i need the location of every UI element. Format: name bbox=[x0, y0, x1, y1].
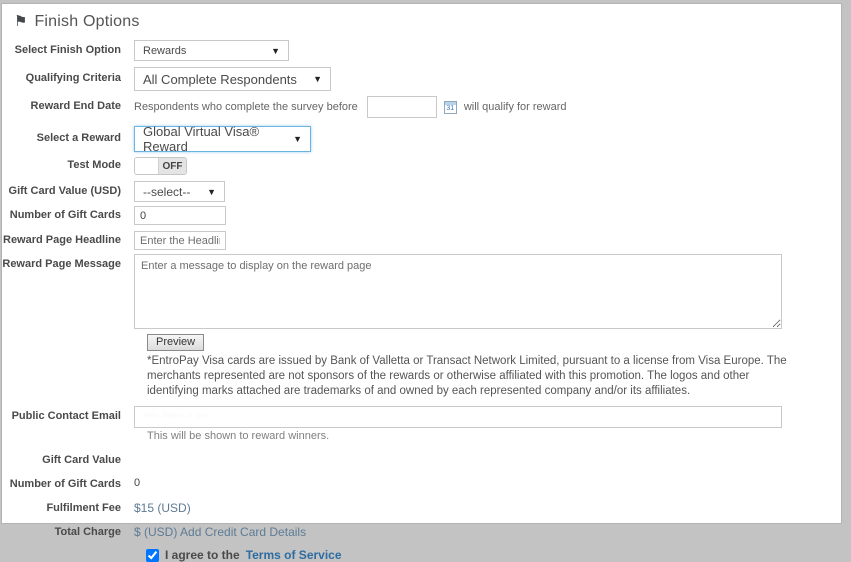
chevron-down-icon: ▼ bbox=[207, 187, 216, 197]
reward-page-headline-label: Reward Page Headline bbox=[2, 234, 134, 247]
finish-options-panel: ⚑ Finish Options Select Finish Option Re… bbox=[1, 3, 842, 524]
gift-card-value-dropdown[interactable]: --select-- ▼ bbox=[134, 181, 225, 202]
charge-summary: Gift Card Value Number of Gift Cards 0 F… bbox=[2, 452, 841, 540]
terms-of-service-link[interactable]: Terms of Service bbox=[246, 548, 342, 562]
reward-disclaimer-text: *EntroPay Visa cards are issued by Bank … bbox=[147, 354, 793, 400]
select-a-reward-dropdown[interactable]: Global Virtual Visa® Reward ▼ bbox=[134, 126, 311, 152]
row-test-mode: Test Mode OFF bbox=[2, 157, 841, 175]
calendar-icon[interactable]: 31 bbox=[444, 101, 457, 114]
select-finish-option-label: Select Finish Option bbox=[2, 44, 134, 57]
preview-button[interactable]: Preview bbox=[147, 334, 204, 351]
qualifying-criteria-dropdown[interactable]: All Complete Respondents ▼ bbox=[134, 67, 331, 91]
select-finish-option-dropdown[interactable]: Rewards ▼ bbox=[134, 40, 289, 61]
reward-page-headline-input[interactable] bbox=[134, 231, 226, 250]
chevron-down-icon: ▼ bbox=[313, 74, 322, 84]
summary-fulfilment-fee: Fulfilment Fee $15 (USD) bbox=[2, 500, 841, 515]
summary-gift-card-value: Gift Card Value bbox=[2, 452, 841, 467]
agree-checkbox[interactable] bbox=[146, 549, 159, 562]
row-public-contact-email: Public Contact Email ··· ···· · ·· bbox=[2, 406, 841, 428]
gift-card-value-value: --select-- bbox=[143, 185, 190, 199]
row-qualifying-criteria: Qualifying Criteria All Complete Respond… bbox=[2, 67, 841, 91]
test-mode-toggle[interactable]: OFF bbox=[134, 157, 187, 175]
summary-total-charge-label: Total Charge bbox=[2, 524, 134, 539]
row-reward-end-date: Reward End Date Respondents who complete… bbox=[2, 96, 841, 118]
summary-number-of-gift-cards-value: 0 bbox=[134, 476, 140, 489]
number-of-gift-cards-label: Number of Gift Cards bbox=[2, 209, 134, 222]
add-credit-card-details-link[interactable]: Add Credit Card Details bbox=[180, 525, 306, 539]
reward-end-date-label: Reward End Date bbox=[2, 100, 134, 113]
summary-total-charge-value: $ (USD) bbox=[134, 525, 177, 539]
public-contact-email-input[interactable] bbox=[134, 406, 782, 428]
summary-fulfilment-fee-label: Fulfilment Fee bbox=[2, 500, 134, 515]
summary-total-charge: Total Charge $ (USD) Add Credit Card Det… bbox=[2, 524, 841, 539]
chevron-down-icon: ▼ bbox=[271, 46, 280, 56]
agreement-row: I agree to the Terms of Service bbox=[146, 548, 841, 562]
select-a-reward-value: Global Virtual Visa® Reward bbox=[143, 124, 285, 154]
row-reward-page-headline: Reward Page Headline bbox=[2, 231, 841, 250]
reward-end-date-prefix: Respondents who complete the survey befo… bbox=[134, 101, 358, 113]
agreement-text: I agree to the bbox=[165, 548, 240, 562]
summary-number-of-gift-cards-label: Number of Gift Cards bbox=[2, 476, 134, 491]
toggle-knob bbox=[135, 158, 159, 174]
reward-page-message-label: Reward Page Message bbox=[2, 254, 134, 271]
page-title: Finish Options bbox=[34, 13, 139, 31]
qualifying-criteria-value: All Complete Respondents bbox=[143, 72, 297, 87]
summary-number-of-gift-cards: Number of Gift Cards 0 bbox=[2, 476, 841, 491]
summary-fulfilment-fee-value: $15 (USD) bbox=[134, 500, 191, 515]
finish-flag-icon: ⚑ bbox=[14, 14, 27, 29]
public-contact-email-label: Public Contact Email bbox=[2, 406, 134, 423]
row-number-of-gift-cards: Number of Gift Cards bbox=[2, 206, 841, 225]
summary-gift-card-value-label: Gift Card Value bbox=[2, 452, 134, 467]
chevron-down-icon: ▼ bbox=[293, 134, 302, 144]
row-select-finish-option: Select Finish Option Rewards ▼ bbox=[2, 40, 841, 61]
select-finish-option-value: Rewards bbox=[143, 45, 186, 57]
toggle-state-label: OFF bbox=[159, 158, 186, 174]
qualifying-criteria-label: Qualifying Criteria bbox=[2, 72, 134, 85]
reward-end-date-suffix: will qualify for reward bbox=[464, 101, 567, 113]
number-of-gift-cards-input[interactable] bbox=[134, 206, 226, 225]
gift-card-value-label: Gift Card Value (USD) bbox=[2, 185, 134, 198]
row-gift-card-value: Gift Card Value (USD) --select-- ▼ bbox=[2, 181, 841, 202]
select-a-reward-label: Select a Reward bbox=[2, 132, 134, 145]
test-mode-label: Test Mode bbox=[2, 159, 134, 172]
reward-end-date-input[interactable] bbox=[367, 96, 437, 118]
row-select-a-reward: Select a Reward Global Virtual Visa® Rew… bbox=[2, 126, 841, 152]
panel-header: ⚑ Finish Options bbox=[2, 4, 841, 40]
row-reward-page-message: Reward Page Message bbox=[2, 254, 841, 329]
public-contact-email-helper: This will be shown to reward winners. bbox=[147, 430, 841, 442]
reward-page-message-textarea[interactable] bbox=[134, 254, 782, 329]
